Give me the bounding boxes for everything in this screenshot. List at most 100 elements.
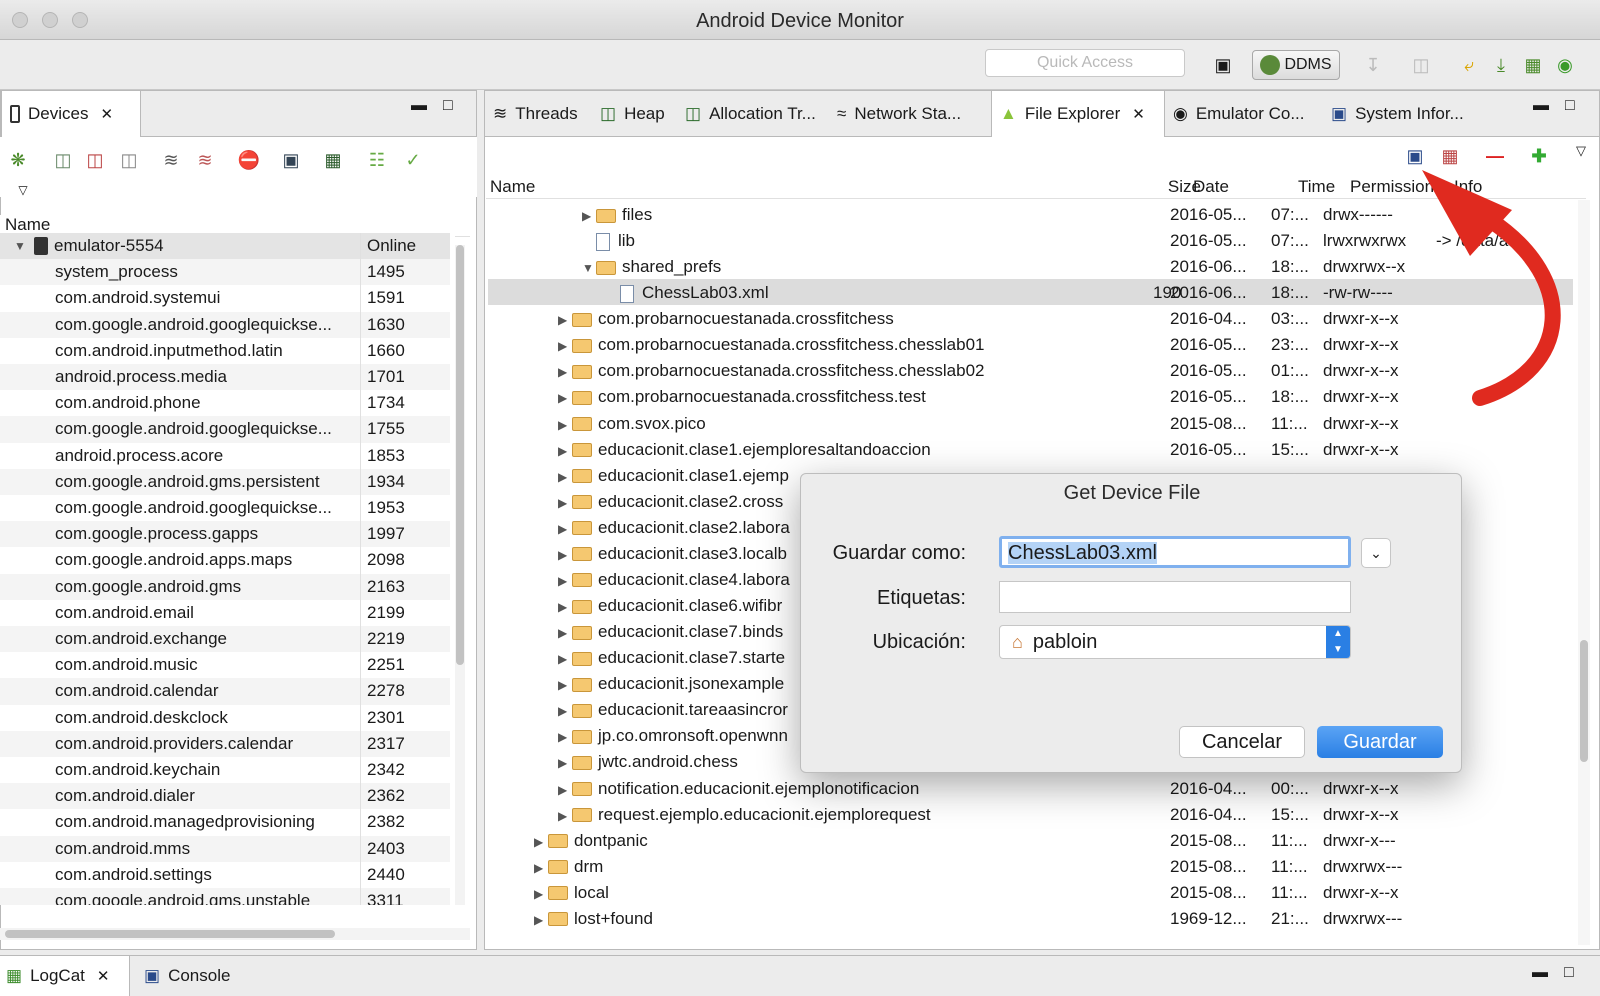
close-icon[interactable]: ✕: [97, 967, 110, 985]
process-row[interactable]: com.android.managedprovisioning 2382: [0, 809, 450, 836]
open-perspective-icon[interactable]: ▣: [1210, 52, 1236, 78]
debug-bug-icon[interactable]: ❋: [5, 147, 31, 173]
process-row[interactable]: com.google.android.googlequickse... 1953: [0, 495, 450, 522]
devices-horizontal-scrollbar[interactable]: [0, 928, 470, 940]
tab-threads[interactable]: ≋ Threads: [485, 91, 592, 137]
run-icon[interactable]: ◉: [1552, 52, 1578, 78]
pull-file-icon[interactable]: ▣: [1402, 143, 1428, 169]
collapse-triangle-icon[interactable]: ▼: [14, 239, 28, 253]
process-row[interactable]: com.android.providers.calendar 2317: [0, 730, 450, 757]
minimize-panel-icon[interactable]: ▬: [411, 97, 427, 115]
process-row[interactable]: com.android.keychain 2342: [0, 757, 450, 784]
process-row[interactable]: com.google.android.gms.persistent 1934: [0, 468, 450, 495]
expand-triangle-icon[interactable]: ▶: [558, 470, 572, 484]
tab-devices[interactable]: Devices ✕: [1, 91, 141, 137]
expand-triangle-icon[interactable]: ▶: [534, 861, 548, 875]
close-icon[interactable]: ✕: [1132, 105, 1145, 123]
expand-triangle-icon[interactable]: ▶: [558, 756, 572, 770]
file-row[interactable]: ▼ shared_prefs 2016-06... 18:... drwxrwx--x: [488, 253, 1573, 279]
tab-allocation-tracker[interactable]: ◫ Allocation Tr...: [677, 91, 829, 137]
collapse-triangle-icon[interactable]: ▼: [582, 261, 596, 275]
file-row[interactable]: ▶ files 2016-05... 07:... drwx------: [488, 201, 1573, 227]
tags-input[interactable]: [999, 581, 1351, 613]
file-row[interactable]: ▶ dontpanic 2015-08... 11:... drwxr-x---: [488, 827, 1573, 853]
back-arrow-icon[interactable]: ⤶: [1456, 52, 1482, 78]
stop-process-icon[interactable]: ⛔: [236, 147, 262, 173]
view-menu-icon[interactable]: ▽: [1568, 138, 1594, 164]
close-icon[interactable]: ✕: [100, 105, 113, 123]
expand-triangle-icon[interactable]: ▶: [558, 783, 572, 797]
dump-view-hierarchy-icon[interactable]: ▦: [320, 147, 346, 173]
file-row[interactable]: ▶ drm 2015-08... 11:... drwxrwx---: [488, 853, 1573, 879]
cancel-button[interactable]: Cancelar: [1179, 726, 1305, 758]
expand-triangle-icon[interactable]: ▶: [558, 522, 572, 536]
process-row[interactable]: com.google.android.apps.maps 2098: [0, 547, 450, 574]
process-row[interactable]: com.google.android.gms 2163: [0, 573, 450, 600]
expand-dialog-button[interactable]: ⌄: [1361, 538, 1391, 568]
location-select[interactable]: ⌂ pabloin ▲ ▼: [999, 625, 1351, 659]
expand-triangle-icon[interactable]: ▶: [558, 496, 572, 510]
expand-triangle-icon[interactable]: ▶: [558, 626, 572, 640]
expand-triangle-icon[interactable]: ▶: [534, 887, 548, 901]
process-row[interactable]: android.process.media 1701: [0, 364, 450, 391]
devices-hscroll-thumb[interactable]: [5, 930, 335, 938]
file-row[interactable]: ▶ com.probarnocuestanada.crossfitchess.te…: [488, 383, 1573, 409]
file-row[interactable]: ▶ notification.educacionit.ejemplonotific…: [488, 775, 1573, 801]
process-row[interactable]: android.process.acore 1853: [0, 442, 450, 469]
expand-triangle-icon[interactable]: ▶: [558, 652, 572, 666]
file-row[interactable]: ▶ com.probarnocuestanada.crossfitchess 201…: [488, 305, 1573, 331]
tab-network-statistics[interactable]: ≈ Network Sta...: [829, 91, 991, 137]
device-row[interactable]: ▼ emulator-5554 Online: [0, 233, 450, 260]
tab-emulator-control[interactable]: ◉ Emulator Co...: [1165, 91, 1323, 137]
process-row[interactable]: com.android.deskclock 2301: [0, 704, 450, 731]
expand-triangle-icon[interactable]: ▶: [534, 913, 548, 927]
save-as-input[interactable]: ChessLab03.xml: [999, 536, 1351, 568]
column-name-header[interactable]: Name: [5, 215, 50, 235]
systrace-icon[interactable]: ☷: [364, 147, 390, 173]
expand-triangle-icon[interactable]: ▶: [558, 548, 572, 562]
file-row[interactable]: lib 2016-05... 07:... lrwxrwxrwx -> /data/a.…: [488, 227, 1573, 253]
opengl-trace-icon[interactable]: ✓: [400, 147, 426, 173]
expand-triangle-icon[interactable]: ▶: [558, 678, 572, 692]
process-row[interactable]: com.google.android.gms.unstable 3311: [0, 888, 450, 905]
file-row[interactable]: ▶ com.probarnocuestanada.crossfitchess.ch…: [488, 357, 1573, 383]
file-row[interactable]: ▶ educacionit.clase1.ejemploresaltandoacc…: [488, 436, 1573, 462]
tab-logcat[interactable]: ▦ LogCat ✕: [0, 956, 130, 996]
files-vscroll-thumb[interactable]: [1580, 640, 1588, 762]
expand-triangle-icon[interactable]: ▶: [558, 574, 572, 588]
expand-triangle-icon[interactable]: ▶: [558, 339, 572, 353]
process-row[interactable]: com.android.exchange 2219: [0, 626, 450, 653]
process-row[interactable]: com.android.email 2199: [0, 599, 450, 626]
minimize-panel-icon[interactable]: ▬: [1532, 964, 1548, 982]
file-row[interactable]: ▶ request.ejemplo.educacionit.ejemplorequ…: [488, 801, 1573, 827]
devices-vertical-scrollbar[interactable]: [455, 245, 465, 905]
process-row[interactable]: com.android.phone 1734: [0, 390, 450, 417]
expand-triangle-icon[interactable]: ▶: [558, 365, 572, 379]
file-row[interactable]: ▶ lost+found 1969-12... 21:... drwxrwx---: [488, 905, 1573, 931]
expand-triangle-icon[interactable]: ▶: [558, 704, 572, 718]
update-threads-icon[interactable]: ≋: [158, 147, 184, 173]
process-row[interactable]: com.google.android.googlequickse... 1630: [0, 311, 450, 338]
tab-console[interactable]: ▣ Console: [140, 956, 245, 996]
expand-triangle-icon[interactable]: ▶: [558, 730, 572, 744]
expand-triangle-icon[interactable]: ▶: [534, 835, 548, 849]
file-row[interactable]: ▶ com.probarnocuestanada.crossfitchess.ch…: [488, 331, 1573, 357]
debug-process-icon[interactable]: ↧: [1360, 52, 1386, 78]
expand-triangle-icon[interactable]: ▶: [558, 391, 572, 405]
expand-triangle-icon[interactable]: ▶: [558, 809, 572, 823]
process-row[interactable]: com.android.inputmethod.latin 1660: [0, 337, 450, 364]
file-row[interactable]: ▶ local 2015-08... 11:... drwxr-x--x: [488, 879, 1573, 905]
process-row[interactable]: com.android.music 2251: [0, 652, 450, 679]
process-row[interactable]: com.google.android.googlequickse... 1755: [0, 416, 450, 443]
start-method-profiling-icon[interactable]: ≋: [192, 147, 218, 173]
process-row[interactable]: com.android.mms 2403: [0, 835, 450, 862]
maximize-panel-icon[interactable]: □: [443, 97, 453, 115]
ddms-perspective-button[interactable]: DDMS: [1252, 50, 1340, 80]
view-menu-icon[interactable]: ▽: [10, 177, 36, 203]
dump-hprof-icon[interactable]: ◫: [82, 147, 108, 173]
save-button[interactable]: Guardar: [1317, 726, 1443, 758]
update-heap-icon[interactable]: ◫: [50, 147, 76, 173]
maximize-panel-icon[interactable]: □: [1564, 964, 1574, 982]
new-folder-icon[interactable]: ✚: [1526, 143, 1552, 169]
file-row[interactable]: ▶ com.svox.pico 2015-08... 11:... drwxr-x--x: [488, 410, 1573, 436]
